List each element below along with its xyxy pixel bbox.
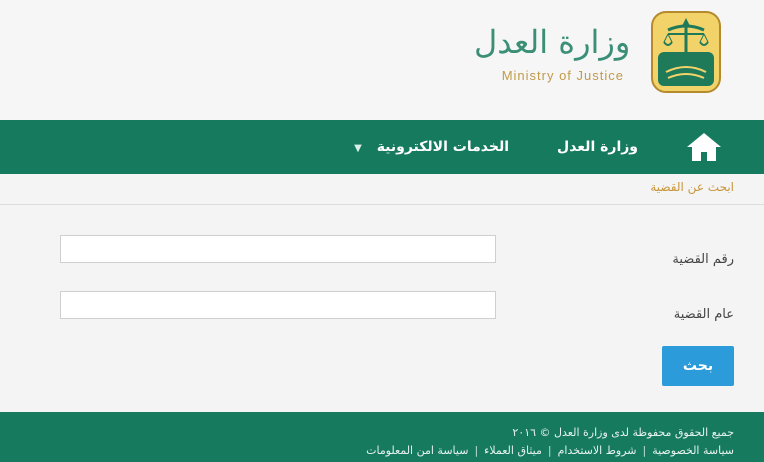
nav-item-label: وزارة العدل: [557, 139, 638, 155]
site-header: وزارة العدل Ministry of Justice: [0, 0, 764, 120]
case-number-input[interactable]: [60, 235, 496, 263]
divider: [0, 204, 764, 205]
footer-link-charter[interactable]: ميثاق العملاء: [484, 444, 542, 457]
nav-item-eservices[interactable]: الخدمات الالكترونية ▼: [354, 120, 509, 174]
site-footer: جميع الحقوق محفوظة لدى وزارة العدل © ٢٠١…: [0, 412, 764, 462]
footer-link-terms[interactable]: شروط الاستخدام: [558, 444, 637, 457]
footer-separator: |: [474, 444, 479, 457]
ministry-logo[interactable]: وزارة العدل Ministry of Justice: [474, 8, 734, 100]
search-button[interactable]: بحث: [662, 346, 734, 386]
footer-link-privacy[interactable]: سياسة الخصوصية: [652, 444, 734, 457]
main-navbar: وزارة العدل الخدمات الالكترونية ▼: [0, 120, 764, 174]
chevron-down-icon: ▼: [354, 143, 362, 154]
nav-item-ministry[interactable]: وزارة العدل: [557, 120, 638, 174]
footer-link-security[interactable]: سياسة امن المعلومات: [366, 444, 468, 457]
footer-separator: |: [642, 444, 647, 457]
home-icon: [687, 133, 721, 161]
logo-english-name: Ministry of Justice: [501, 68, 624, 83]
logo-arabic-name: وزارة العدل: [474, 23, 631, 61]
nav-item-label: الخدمات الالكترونية: [376, 139, 509, 155]
case-year-label: عام القضية: [673, 307, 734, 322]
breadcrumb[interactable]: ابحث عن القضية: [650, 180, 734, 194]
case-year-input[interactable]: [60, 291, 496, 319]
copyright-text: جميع الحقوق محفوظة لدى وزارة العدل © ٢٠١…: [512, 426, 734, 439]
footer-separator: |: [547, 444, 552, 457]
ministry-emblem-icon: [651, 11, 721, 93]
case-number-label: رقم القضية: [672, 252, 734, 267]
footer-links: سياسة الخصوصية | شروط الاستخدام | ميثاق العم…: [366, 444, 734, 457]
nav-home-button[interactable]: [684, 130, 724, 164]
